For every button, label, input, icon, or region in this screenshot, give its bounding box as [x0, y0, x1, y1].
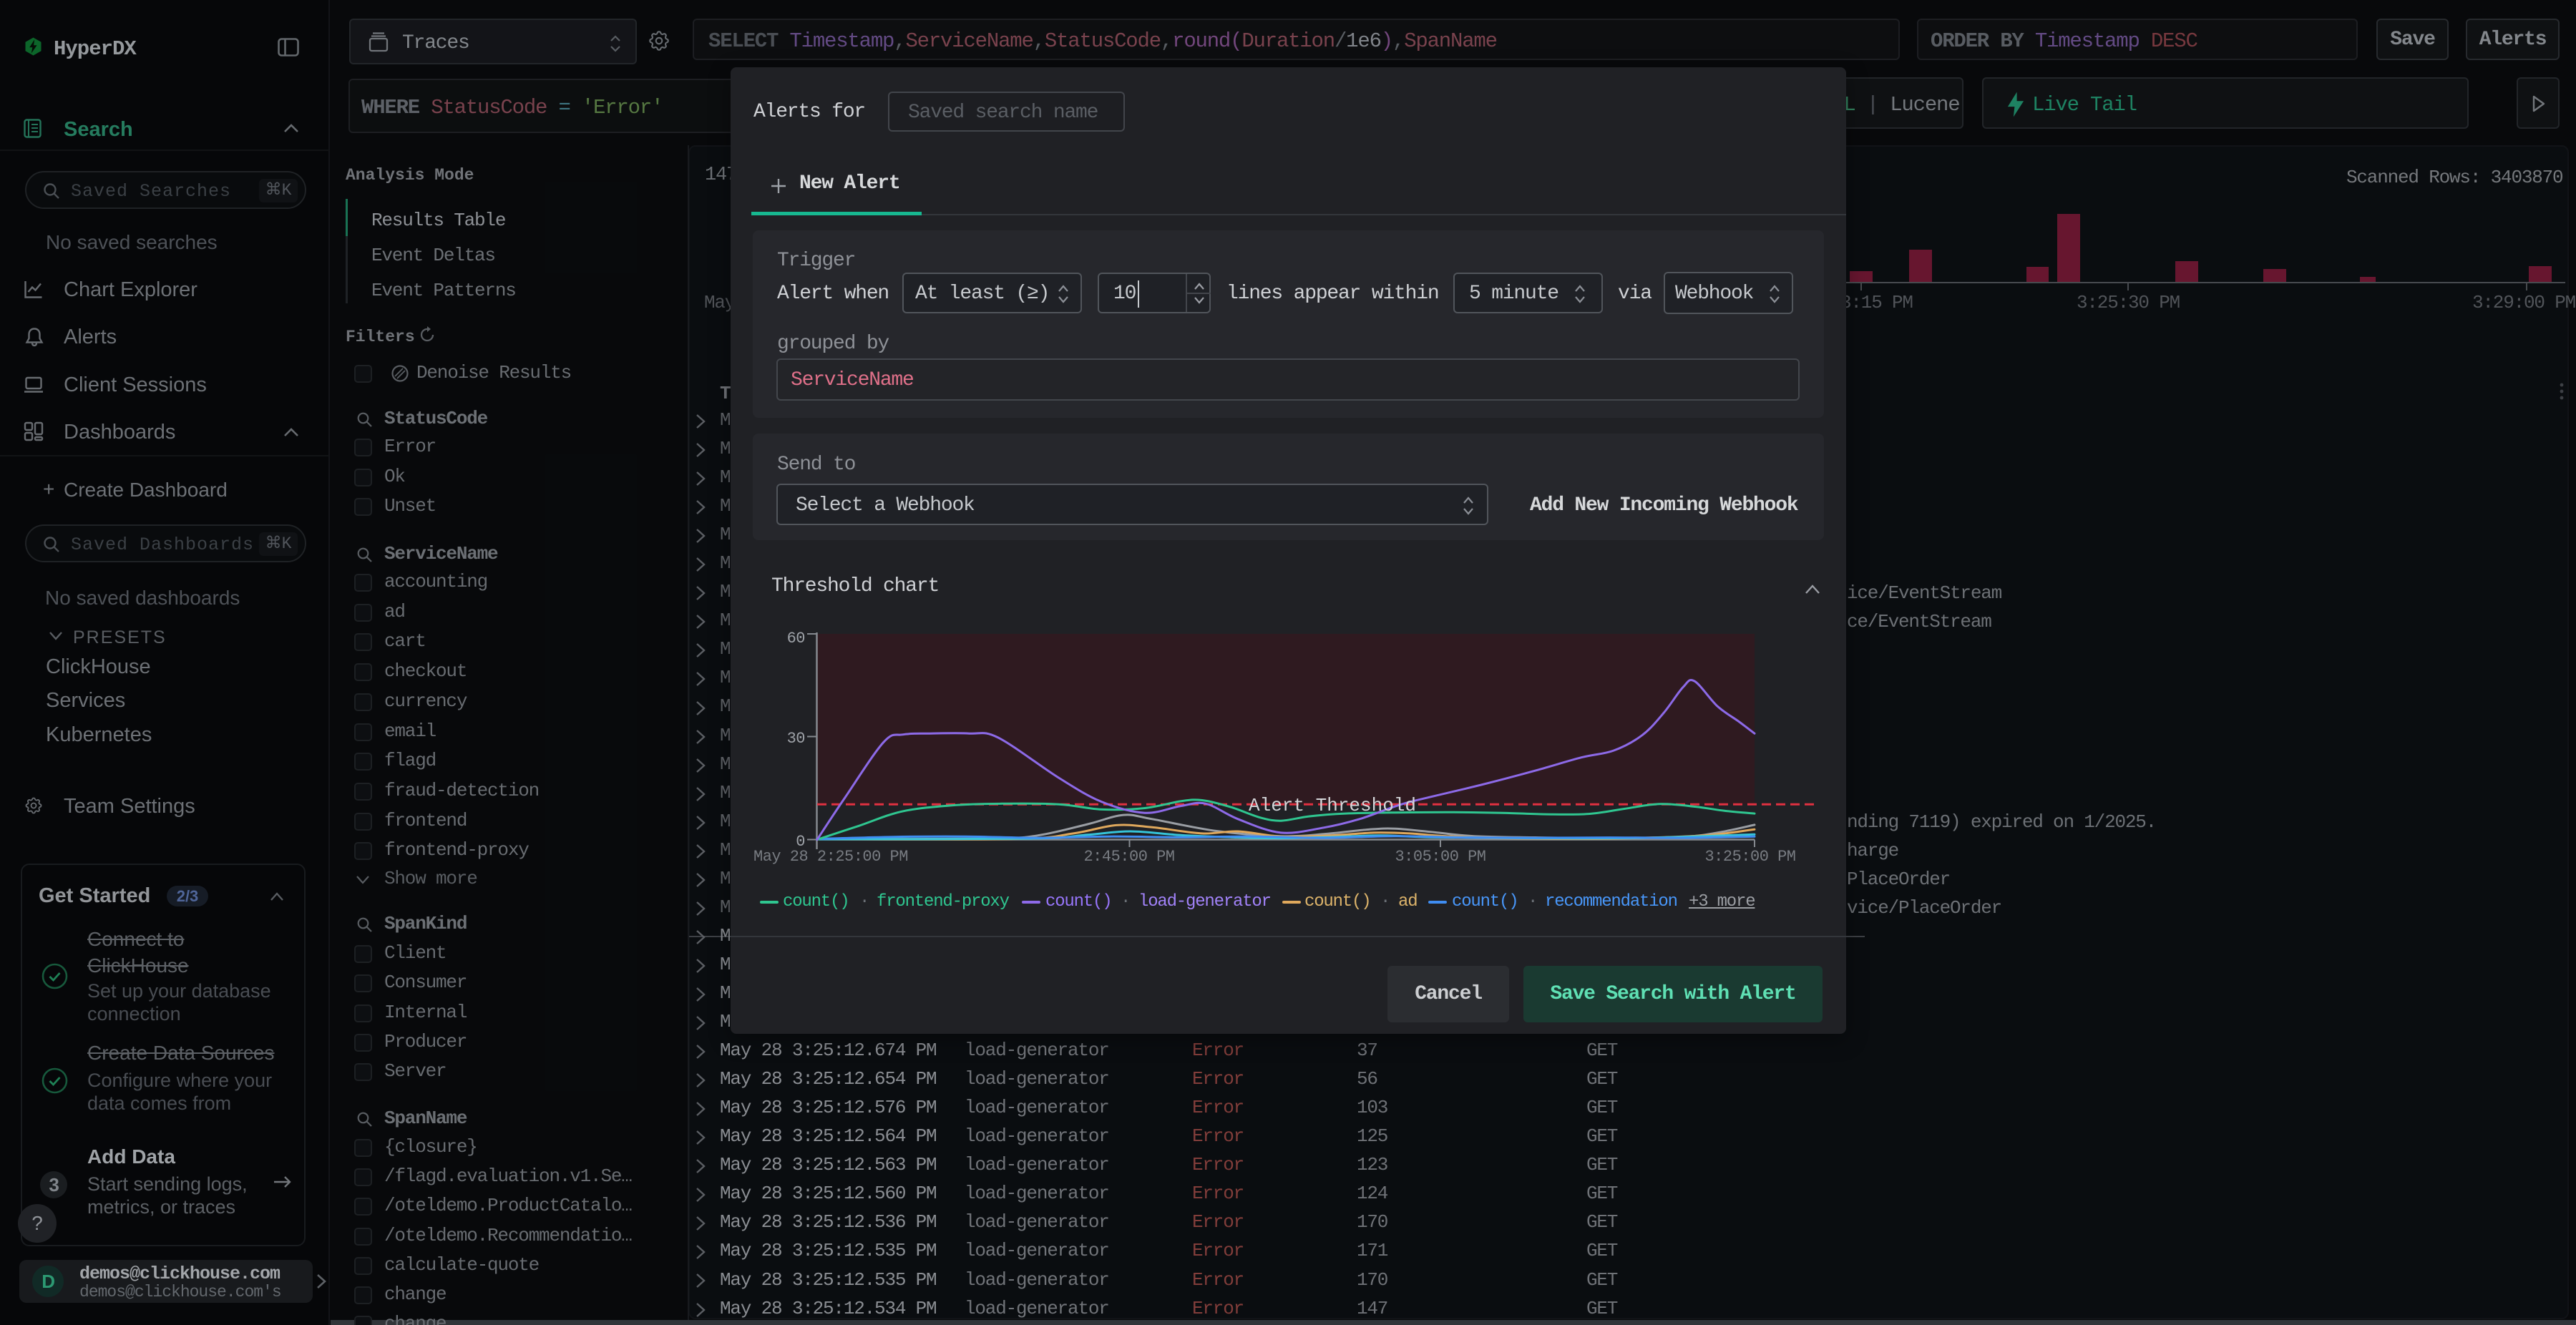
svg-text:60: 60 [787, 630, 805, 647]
svg-text:2:45:00 PM: 2:45:00 PM [1083, 848, 1174, 866]
svg-text:3:25:00 PM: 3:25:00 PM [1704, 848, 1795, 866]
svg-text:May 28 2:25:00 PM: May 28 2:25:00 PM [753, 848, 908, 866]
svg-text:30: 30 [787, 730, 805, 748]
svg-text:Alert Threshold: Alert Threshold [1249, 795, 1416, 816]
svg-text:3:05:00 PM: 3:05:00 PM [1395, 848, 1485, 866]
